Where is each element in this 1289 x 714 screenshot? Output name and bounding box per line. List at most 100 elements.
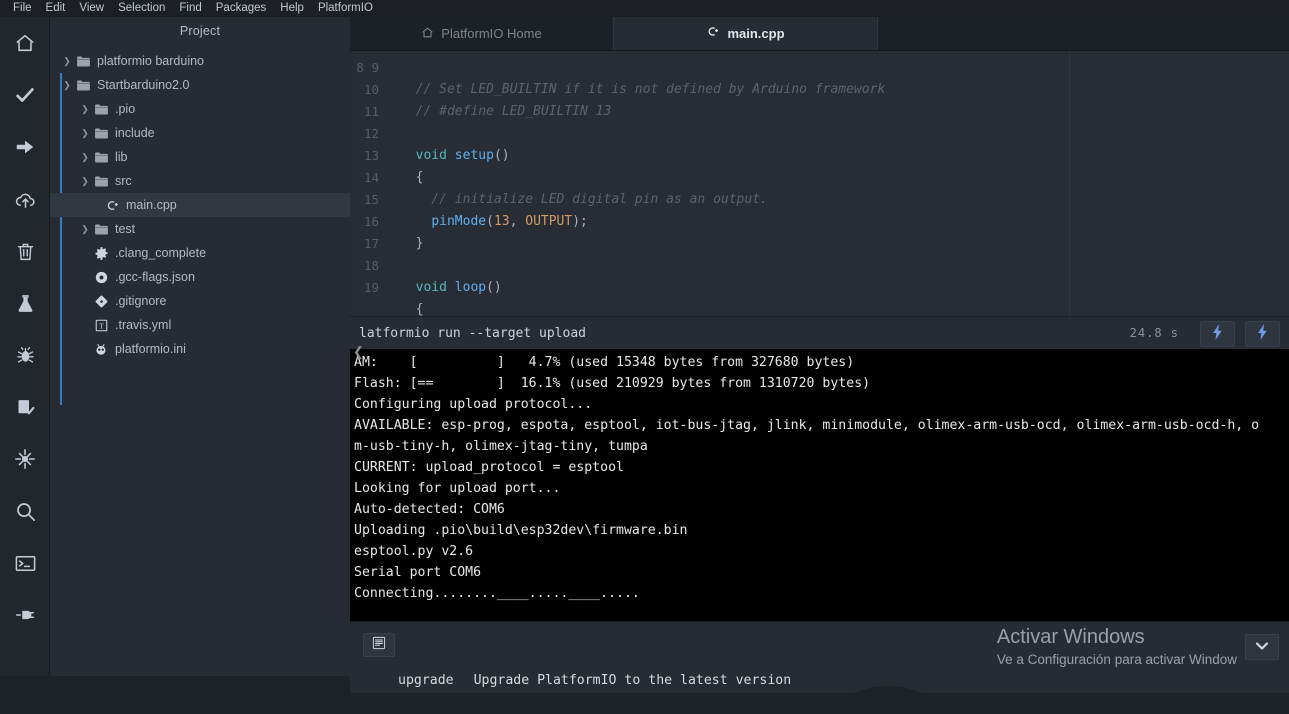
terminal-toggle-button[interactable] <box>363 633 395 657</box>
panel-dropdown-button[interactable] <box>1245 634 1279 660</box>
folder-icon <box>92 128 110 139</box>
tree-item-platformio-ini[interactable]: platformio.ini <box>50 337 350 361</box>
terminal-command-title: latformio run --target upload <box>359 325 586 341</box>
rail-button-build[interactable] <box>0 69 50 121</box>
code-content[interactable]: // Set LED_BUILTIN if it is not defined … <box>388 51 1069 316</box>
cpp-icon <box>103 199 121 212</box>
bottom-status-strip: upgrade Upgrade PlatformIO to the latest… <box>350 621 1289 714</box>
editor-zone: PlatformIO Home main.cpp 8 9 10 11 12 13… <box>350 17 1289 714</box>
code-editor[interactable]: 8 9 10 11 12 13 14 15 16 17 18 19 // Set… <box>350 51 1289 316</box>
yml-file-icon: T <box>92 319 110 332</box>
clipboard-check-icon <box>15 397 36 418</box>
folder-icon <box>74 56 92 67</box>
chevron-down-icon[interactable]: ❯ <box>78 176 92 187</box>
flask-icon <box>15 293 36 314</box>
menu-item-help[interactable]: Help <box>273 0 311 17</box>
project-panel-title: Project <box>179 24 221 38</box>
json-icon <box>92 271 110 284</box>
tab-label: PlatformIO Home <box>441 26 542 41</box>
rail-button-check[interactable] <box>0 381 50 433</box>
list-lines-icon <box>372 636 386 655</box>
tree-item-startbarduino[interactable]: ❯ Startbarduino2.0 <box>50 73 350 97</box>
tree-item-gitignore[interactable]: .gitignore <box>50 289 350 313</box>
trash-icon <box>15 241 36 262</box>
tree-item-lib[interactable]: ❯ lib <box>50 145 350 169</box>
menu-bar: File Edit View Selection Find Packages H… <box>0 0 1289 17</box>
cloud-upload-icon <box>14 188 37 211</box>
terminal-secondary-button[interactable] <box>1245 321 1280 347</box>
line-number-gutter: 8 9 10 11 12 13 14 15 16 17 18 19 <box>350 51 388 316</box>
tree-item-label: .travis.yml <box>115 318 172 332</box>
tab-platformio-home[interactable]: PlatformIO Home <box>350 17 614 50</box>
menu-item-edit[interactable]: Edit <box>39 0 73 17</box>
check-icon <box>14 84 36 106</box>
cpp-icon <box>706 25 720 41</box>
terminal-collapse-chevron-left-icon[interactable]: ❮ <box>353 344 364 360</box>
rail-button-clean[interactable] <box>0 225 50 277</box>
platformio-toolbar-rail <box>0 17 50 676</box>
git-icon <box>92 295 110 308</box>
lightning-icon <box>1211 323 1224 345</box>
menu-item-view[interactable]: View <box>72 0 111 17</box>
terminal-output[interactable]: AM: [ ] 4.7% (used 15348 bytes from 3276… <box>350 349 1289 621</box>
chevron-right-icon[interactable]: ❯ <box>78 104 92 115</box>
tree-item-include[interactable]: ❯ include <box>50 121 350 145</box>
folder-icon <box>92 224 110 235</box>
tree-item-label: include <box>115 126 155 140</box>
rail-button-debug[interactable] <box>0 329 50 381</box>
tree-item-platformio-barduino[interactable]: ❯ platformio barduino <box>50 49 350 73</box>
platformio-terminal: latformio run --target upload 24.8 s ❮ A… <box>350 316 1289 621</box>
chevron-right-icon[interactable]: ❯ <box>78 152 92 163</box>
tree-item-label: main.cpp <box>126 198 177 212</box>
rail-button-terminal[interactable] <box>0 537 50 589</box>
folder-open-icon <box>92 176 110 187</box>
rail-button-upload[interactable] <box>0 121 50 173</box>
tree-item-label: .clang_complete <box>115 246 207 260</box>
rail-button-home[interactable] <box>0 17 50 69</box>
upgrade-hint-row[interactable]: upgrade Upgrade PlatformIO to the latest… <box>350 666 1289 694</box>
home-icon <box>421 26 434 42</box>
tab-main-cpp[interactable]: main.cpp <box>614 17 878 50</box>
tree-item-test[interactable]: ❯ test <box>50 217 350 241</box>
chevron-right-icon[interactable]: ❯ <box>78 224 92 235</box>
tree-item-label: .pio <box>115 102 136 116</box>
tree-item-src[interactable]: ❯ src <box>50 169 350 193</box>
editor-vertical-divider <box>1069 51 1070 316</box>
terminal-run-button[interactable] <box>1200 321 1235 347</box>
chevron-right-icon[interactable]: ❯ <box>78 128 92 139</box>
menu-item-packages[interactable]: Packages <box>209 0 274 17</box>
menu-item-selection[interactable]: Selection <box>111 0 172 17</box>
folder-icon <box>92 104 110 115</box>
upgrade-key-label: upgrade <box>398 672 454 688</box>
menu-item-find[interactable]: Find <box>172 0 208 17</box>
tree-item-gcc-flags-json[interactable]: .gcc-flags.json <box>50 265 350 289</box>
platformio-icon <box>92 343 110 356</box>
chevron-right-icon[interactable]: ❯ <box>60 56 74 67</box>
chevron-down-icon[interactable]: ❯ <box>60 80 74 91</box>
tree-item-label: src <box>115 174 132 188</box>
rail-button-upload-remote[interactable] <box>0 173 50 225</box>
tab-bar-filler <box>878 17 1289 50</box>
search-icon <box>14 500 37 523</box>
home-icon <box>14 32 36 54</box>
tree-item-main-cpp[interactable]: main.cpp <box>50 193 350 217</box>
tree-item-travis-yml[interactable]: T .travis.yml <box>50 313 350 337</box>
tree-item-clang-complete[interactable]: .clang_complete <box>50 241 350 265</box>
plug-icon <box>14 604 36 626</box>
terminal-icon <box>14 552 37 575</box>
settings-sliders-icon <box>14 448 36 470</box>
rail-button-test[interactable] <box>0 277 50 329</box>
rail-button-serial-monitor[interactable] <box>0 589 50 641</box>
tree-item-label: platformio barduino <box>97 54 205 68</box>
folder-open-icon <box>74 80 92 91</box>
line-numbers: 8 9 10 11 12 13 14 15 16 17 18 19 <box>356 60 379 295</box>
rail-button-settings[interactable] <box>0 433 50 485</box>
chevron-down-icon <box>1255 638 1269 656</box>
editor-right-pad <box>1069 51 1289 316</box>
editor-tab-bar: PlatformIO Home main.cpp <box>350 17 1289 51</box>
menu-item-platformio[interactable]: PlatformIO <box>311 0 380 17</box>
tree-item-pio[interactable]: ❯ .pio <box>50 97 350 121</box>
menu-item-file[interactable]: File <box>6 0 39 17</box>
rail-button-search[interactable] <box>0 485 50 537</box>
tree-item-label: lib <box>115 150 128 164</box>
